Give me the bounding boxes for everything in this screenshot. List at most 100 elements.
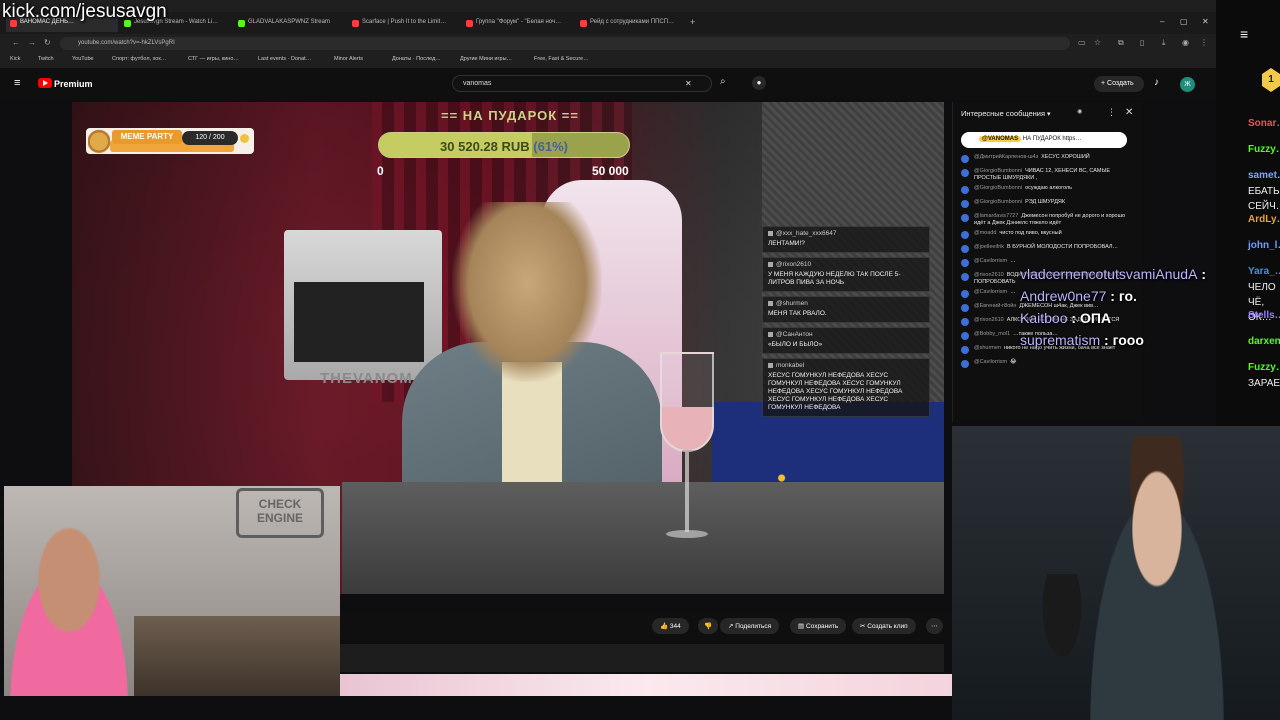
sidepanel-icon[interactable]: ▯ xyxy=(1140,38,1144,47)
chat-badge-icon[interactable]: ◉ xyxy=(1077,108,1082,115)
youtube-premium-label[interactable]: Premium xyxy=(54,79,93,89)
maximize-icon[interactable]: ▢ xyxy=(1180,17,1188,26)
chat-avatar-icon xyxy=(961,186,969,194)
address-bar[interactable]: youtube.com/watch?v=-hkZLVsPgRI xyxy=(60,37,1070,50)
sidebar-chat-user[interactable]: Fuzzy… xyxy=(1248,362,1280,373)
microphone-icon[interactable]: ● xyxy=(752,76,766,90)
forward-icon[interactable]: → xyxy=(28,38,36,47)
bookmark-item[interactable]: Kick xyxy=(10,56,20,62)
youtube-logo-icon[interactable] xyxy=(38,78,52,88)
create-button[interactable]: + Создать xyxy=(1094,76,1144,92)
bookmark-item[interactable]: Спорт: футбол, хок… xyxy=(112,56,166,62)
extensions-icon[interactable]: ⧉ xyxy=(1118,38,1124,48)
save-button[interactable]: ▤ Сохранить xyxy=(790,618,847,634)
donation-progress-bar: 30 520.28 RUB (61%) xyxy=(378,132,630,158)
chat-avatar-icon xyxy=(961,360,969,368)
notifications-bell-icon[interactable]: ♪ xyxy=(1154,77,1159,88)
bookmark-item[interactable]: YouTube xyxy=(72,56,94,62)
chat-message: @GiorgioBumbonni осуждаю алкоголь xyxy=(961,185,1137,196)
overlay-chat-text: У МЕНЯ КАЖДУЮ НЕДЕЛЮ ТАК ПОСЛЕ 5-ЛИТРОВ … xyxy=(768,271,901,286)
overlay-chat-user: @СанАнтон xyxy=(768,331,924,338)
menu-kebab-icon[interactable]: ⋮ xyxy=(1200,38,1208,47)
clear-search-icon[interactable]: ✕ xyxy=(685,79,692,88)
chat-username: @Евгений-г8ойн xyxy=(974,303,1017,309)
chat-text: В БУРНОЙ МОЛОДОСТИ ПОПРОБОВАЛ… xyxy=(1007,244,1119,250)
sidebar-chat-user[interactable]: ArdLy… xyxy=(1248,214,1280,225)
hamburger-menu-icon[interactable]: ≡ xyxy=(14,77,20,89)
sidebar-chat-user[interactable]: samet… xyxy=(1248,170,1280,181)
chat-username: @shurmen xyxy=(974,345,1001,351)
overlay-chat-user: @xxx_hate_xxx6647 xyxy=(768,230,924,237)
live-chat-header[interactable]: Интересные сообщения xyxy=(961,109,1051,118)
meme-party-count: 120 / 200 xyxy=(182,131,238,145)
browser-tab[interactable]: Scarface | Push It to the Limit… xyxy=(348,14,460,32)
sidebar-chat-user[interactable]: Fuzzy… xyxy=(1248,144,1280,155)
chat-options-icon[interactable]: ⋮ xyxy=(1107,107,1116,118)
bookmark-item[interactable]: СТГ — игры, кино… xyxy=(188,56,239,62)
check-engine-sign: CHECK ENGINE xyxy=(236,488,324,538)
chat-message: @joelleeifrik В БУРНОЙ МОЛОДОСТИ ПОПРОБОВ… xyxy=(961,244,1137,255)
chat-avatar-icon xyxy=(961,200,969,208)
bookmark-item[interactable]: Free, Fast & Secure… xyxy=(534,56,589,62)
minimize-icon[interactable]: – xyxy=(1160,17,1164,26)
browser-tab[interactable]: Группа "Форум" - "Белая ноч… xyxy=(462,14,574,32)
overlay-chat-user: monkabel xyxy=(768,362,924,369)
bookmark-item[interactable]: Last events · Donat… xyxy=(258,56,311,62)
meme-party-widget: MEME PARTY 120 / 200 xyxy=(86,126,254,154)
profile-icon[interactable]: ◉ xyxy=(1182,38,1189,47)
like-count: 344 xyxy=(669,623,681,630)
back-icon[interactable]: ← xyxy=(12,38,20,47)
search-icon[interactable]: ⌕ xyxy=(720,76,726,87)
bookmark-item[interactable]: Minor Alerts xyxy=(334,56,363,62)
downloads-icon[interactable]: ⤓ xyxy=(1162,38,1166,48)
bookmark-item[interactable]: Twitch xyxy=(38,56,54,62)
share-label: Поделиться xyxy=(735,623,772,630)
donation-progress-text: 30 520.28 RUB (61%) xyxy=(379,139,629,154)
kick-chat-text: го. xyxy=(1118,288,1137,304)
doge-icon xyxy=(88,126,110,154)
overlay-chat-user: @rixon2610 xyxy=(768,261,924,268)
tab-favicon-icon xyxy=(580,20,587,27)
save-label: Сохранить xyxy=(805,623,839,630)
browser-tab[interactable]: Рейд с сотрудниками ППСП… xyxy=(576,14,688,32)
chat-username: @Bobby_mol1 xyxy=(974,331,1011,337)
search-input[interactable]: vanomas ✕ xyxy=(452,75,712,92)
overlay-chat-text: ЛЕНТАМИ!? xyxy=(768,240,805,247)
tab-label: Рейд с сотрудниками ППСП… xyxy=(590,19,675,25)
chat-avatar-icon xyxy=(961,245,969,253)
install-icon[interactable]: ▭ xyxy=(1078,38,1086,47)
clip-button[interactable]: ✂ Создать клип xyxy=(852,618,916,634)
more-actions-button[interactable]: ⋯ xyxy=(926,618,943,634)
video-chat-overlay: @xxx_hate_xxx6647 ЛЕНТАМИ!? @rixon2610 У М… xyxy=(762,226,930,421)
chat-avatar-icon xyxy=(961,346,969,354)
pink-strip xyxy=(340,674,952,696)
close-chat-icon[interactable]: ✕ xyxy=(1125,107,1133,118)
sidebar-chat-user[interactable]: john_l… xyxy=(1248,240,1280,251)
new-tab-button[interactable]: + xyxy=(686,14,702,32)
sidebar-menu-icon[interactable]: ≡ xyxy=(1240,26,1248,42)
donation-amount: 30 520.28 RUB xyxy=(440,139,530,154)
reload-icon[interactable]: ↻ xyxy=(44,38,51,47)
tab-label: Scarface | Push It to the Limit… xyxy=(362,19,447,25)
microphone-icon xyxy=(1032,574,1092,684)
chat-username: @rixon2610 xyxy=(974,317,1004,323)
dislike-button[interactable]: 👎 xyxy=(698,618,719,634)
sidebar-chat-user[interactable]: Sonar… xyxy=(1248,118,1280,129)
pinned-message[interactable]: @VANOMAS НА ПУДАРОК https… xyxy=(961,132,1127,148)
bookmark-star-icon[interactable]: ☆ xyxy=(1094,38,1101,47)
chat-avatar-icon xyxy=(961,318,969,326)
sidebar-chat-text: ЗАРАЕ… xyxy=(1248,378,1280,389)
streamer-head xyxy=(452,202,602,382)
close-window-icon[interactable]: ✕ xyxy=(1202,17,1209,26)
avatar[interactable]: Ж xyxy=(1180,77,1195,92)
browser-tab[interactable]: GLADVALAKASPWNZ Stream xyxy=(234,14,346,32)
wine-glass xyxy=(660,352,714,552)
youtube-live-chat: Интересные сообщения ◉ ⋮ ✕ @VANOMAS НА П… xyxy=(952,102,1142,422)
tab-strip: ВАНОМАС ДЕНЬ… Jesusavgn Stream - Watch L… xyxy=(0,12,1216,34)
bookmark-item[interactable]: Другие Мини игры… xyxy=(460,56,512,62)
create-label: Создать xyxy=(1107,80,1134,87)
share-button[interactable]: ↗ Поделиться xyxy=(720,618,780,634)
like-button[interactable]: 👍 344 xyxy=(652,618,689,634)
chat-username: @GiorgioBumbonni xyxy=(974,185,1023,191)
bookmark-item[interactable]: Донаты · Послед… xyxy=(392,56,441,62)
